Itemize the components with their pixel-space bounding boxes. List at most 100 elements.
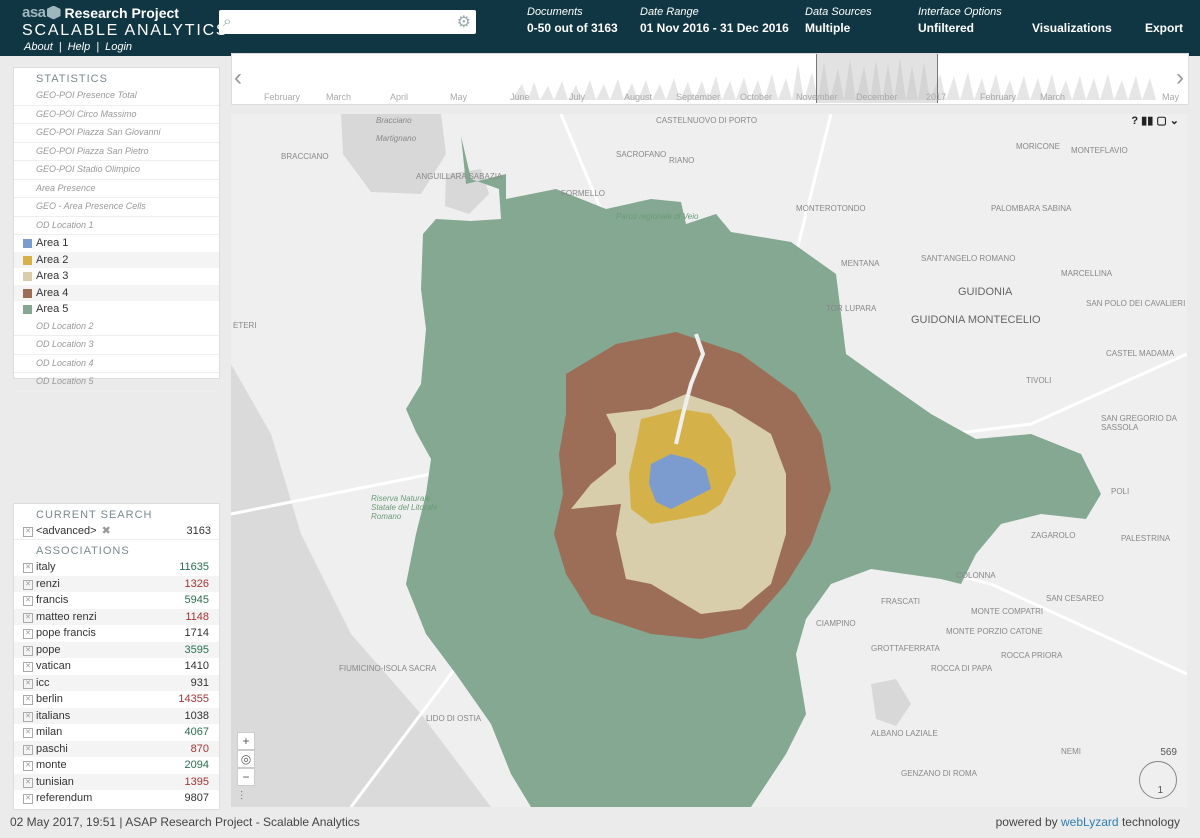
association-count: 4067: [184, 726, 209, 738]
association-item[interactable]: ✕ italians 1038: [14, 707, 219, 724]
counter-top: 569: [1160, 747, 1177, 758]
remove-checkbox-icon[interactable]: ✕: [23, 777, 33, 788]
place-label: FORMELLO: [561, 189, 606, 198]
interface-options[interactable]: Interface Options Unfiltered: [918, 6, 1002, 35]
footer: 02 May 2017, 19:51 | ASAP Research Proje…: [0, 813, 1200, 838]
footer-info: 02 May 2017, 19:51 | ASAP Research Proje…: [10, 815, 360, 829]
legend-area-4[interactable]: Area 4: [14, 284, 219, 301]
place-label: ETERI: [233, 321, 257, 330]
place-label: ROCCA DI PAPA: [931, 664, 993, 673]
association-item[interactable]: ✕ icc 931: [14, 674, 219, 691]
place-label: FRASCATI: [881, 597, 920, 606]
legend-area-1[interactable]: Area 1: [14, 235, 219, 252]
association-item[interactable]: ✕ renzi 1326: [14, 575, 219, 592]
search-icon[interactable]: ⌕: [223, 13, 231, 30]
top-links: About | Help | Login: [24, 41, 132, 53]
statistics-item[interactable]: OD Location 5: [14, 373, 219, 392]
remove-checkbox-icon[interactable]: ✕: [23, 596, 33, 606]
association-term: vatican: [36, 660, 71, 672]
zoom-out-button[interactable]: −: [237, 768, 255, 786]
statistics-item[interactable]: GEO-POI Circo Massimo: [14, 106, 219, 124]
statistics-item[interactable]: GEO-POI Presence Total: [14, 87, 219, 106]
association-item[interactable]: ✕ berlin 14355: [14, 691, 219, 708]
association-item[interactable]: ✕ italy 11635: [14, 559, 219, 576]
place-label: MONTE COMPATRI: [971, 607, 1044, 616]
remove-checkbox-icon[interactable]: ✕: [23, 711, 33, 722]
statistics-item[interactable]: OD Location 4: [14, 355, 219, 373]
about-link[interactable]: About: [24, 41, 53, 53]
remove-checkbox-icon[interactable]: ✕: [23, 579, 33, 590]
current-search-item[interactable]: ✕ <advanced> ✖ 3163: [14, 523, 219, 540]
association-item[interactable]: ✕ pope 3595: [14, 641, 219, 658]
remove-checkbox-icon[interactable]: ✕: [23, 678, 33, 689]
statistics-item[interactable]: GEO - Area Presence Cells: [14, 198, 219, 217]
remove-checkbox-icon[interactable]: ✕: [23, 563, 33, 573]
timeline[interactable]: ‹ › February March April May June July A…: [231, 53, 1189, 105]
separator: |: [96, 41, 100, 53]
current-search-title: CURRENT SEARCH: [36, 509, 153, 521]
place-label: RIANO: [669, 156, 695, 165]
remove-checkbox-icon[interactable]: ✕: [23, 728, 33, 738]
gear-icon[interactable]: ⚙: [457, 12, 471, 32]
data-sources-value: Multiple: [805, 21, 851, 35]
data-sources[interactable]: Data Sources Multiple: [805, 6, 872, 35]
statistics-item[interactable]: GEO-POI Piazza San Pietro: [14, 143, 219, 161]
association-item[interactable]: ✕ pope francis 1714: [14, 625, 219, 642]
remove-checkbox-icon[interactable]: ✕: [23, 695, 33, 705]
remove-checkbox-icon[interactable]: ✕: [23, 794, 33, 804]
statistics-item[interactable]: OD Location 2: [14, 318, 219, 336]
statistics-item[interactable]: Area Presence: [14, 180, 219, 198]
remove-query-icon[interactable]: ✖: [102, 525, 111, 537]
legend-area-5[interactable]: Area 5: [14, 301, 219, 318]
current-search-query: <advanced>: [36, 525, 97, 537]
visualizations-button[interactable]: Visualizations: [1032, 21, 1112, 35]
remove-checkbox-icon[interactable]: ✕: [23, 662, 33, 672]
remove-checkbox-icon[interactable]: ✕: [23, 744, 33, 755]
remove-checkbox-icon[interactable]: ✕: [23, 629, 33, 639]
statistics-item[interactable]: GEO-POI Stadio Olimpico: [14, 161, 219, 180]
place-label: POLI: [1111, 487, 1130, 496]
association-item[interactable]: ✕ referendum 9807: [14, 790, 219, 807]
place-label: CASTELNUOVO DI PORTO: [656, 116, 758, 125]
documents-info[interactable]: Documents 0-50 out of 3163: [527, 6, 618, 35]
statistics-item[interactable]: OD Location 3: [14, 336, 219, 355]
login-link[interactable]: Login: [105, 41, 132, 53]
place-label: GENZANO DI ROMA: [901, 769, 978, 778]
association-item[interactable]: ✕ milan 4067: [14, 724, 219, 741]
weblyzard-link[interactable]: webLyzard: [1061, 815, 1119, 829]
remove-checkbox-icon[interactable]: ✕: [23, 645, 33, 656]
legend-area-2[interactable]: Area 2: [14, 251, 219, 268]
search-input[interactable]: [243, 13, 452, 31]
statistics-item[interactable]: OD Location 1: [14, 217, 219, 235]
area-swatch: [23, 255, 32, 265]
help-link[interactable]: Help: [68, 41, 91, 53]
remove-checkbox-icon[interactable]: ✕: [23, 761, 33, 771]
map-labels: Bracciano Martignano BRACCIANO ANGUILLAR…: [231, 114, 1187, 807]
map-view[interactable]: Bracciano Martignano BRACCIANO ANGUILLAR…: [231, 114, 1187, 807]
statistics-item[interactable]: GEO-POI Piazza San Giovanni: [14, 124, 219, 143]
association-item[interactable]: ✕ tunisian 1395: [14, 773, 219, 790]
timeline-prev-icon[interactable]: ‹: [234, 64, 242, 92]
timeline-month: September: [676, 92, 721, 102]
association-item[interactable]: ✕ paschi 870: [14, 740, 219, 757]
export-button[interactable]: Export: [1145, 21, 1183, 35]
timeline-next-icon[interactable]: ›: [1176, 64, 1184, 92]
place-label: SAN CESAREO: [1046, 594, 1104, 603]
association-term: italy: [36, 561, 56, 573]
zoom-in-button[interactable]: +: [237, 732, 255, 750]
filter-settings-icon[interactable]: ⫶: [240, 789, 243, 804]
asa-logo: asa: [22, 4, 46, 21]
association-item[interactable]: ✕ francis 5945: [14, 592, 219, 609]
locate-icon[interactable]: ◎: [237, 750, 255, 768]
map-controls[interactable]: ? ▮▮ ▢ ⌄: [1131, 114, 1179, 127]
place-label: LIDO DI OSTIA: [426, 714, 482, 723]
remove-checkbox-icon[interactable]: ✕: [23, 527, 33, 537]
association-item[interactable]: ✕ matteo renzi 1148: [14, 608, 219, 625]
association-item[interactable]: ✕ vatican 1410: [14, 658, 219, 675]
association-count: 1410: [184, 660, 209, 672]
legend-area-3[interactable]: Area 3: [14, 268, 219, 285]
association-term: francis: [36, 594, 69, 606]
date-range[interactable]: Date Range 01 Nov 2016 - 31 Dec 2016: [640, 6, 789, 35]
association-item[interactable]: ✕ monte 2094: [14, 757, 219, 774]
remove-checkbox-icon[interactable]: ✕: [23, 612, 33, 623]
